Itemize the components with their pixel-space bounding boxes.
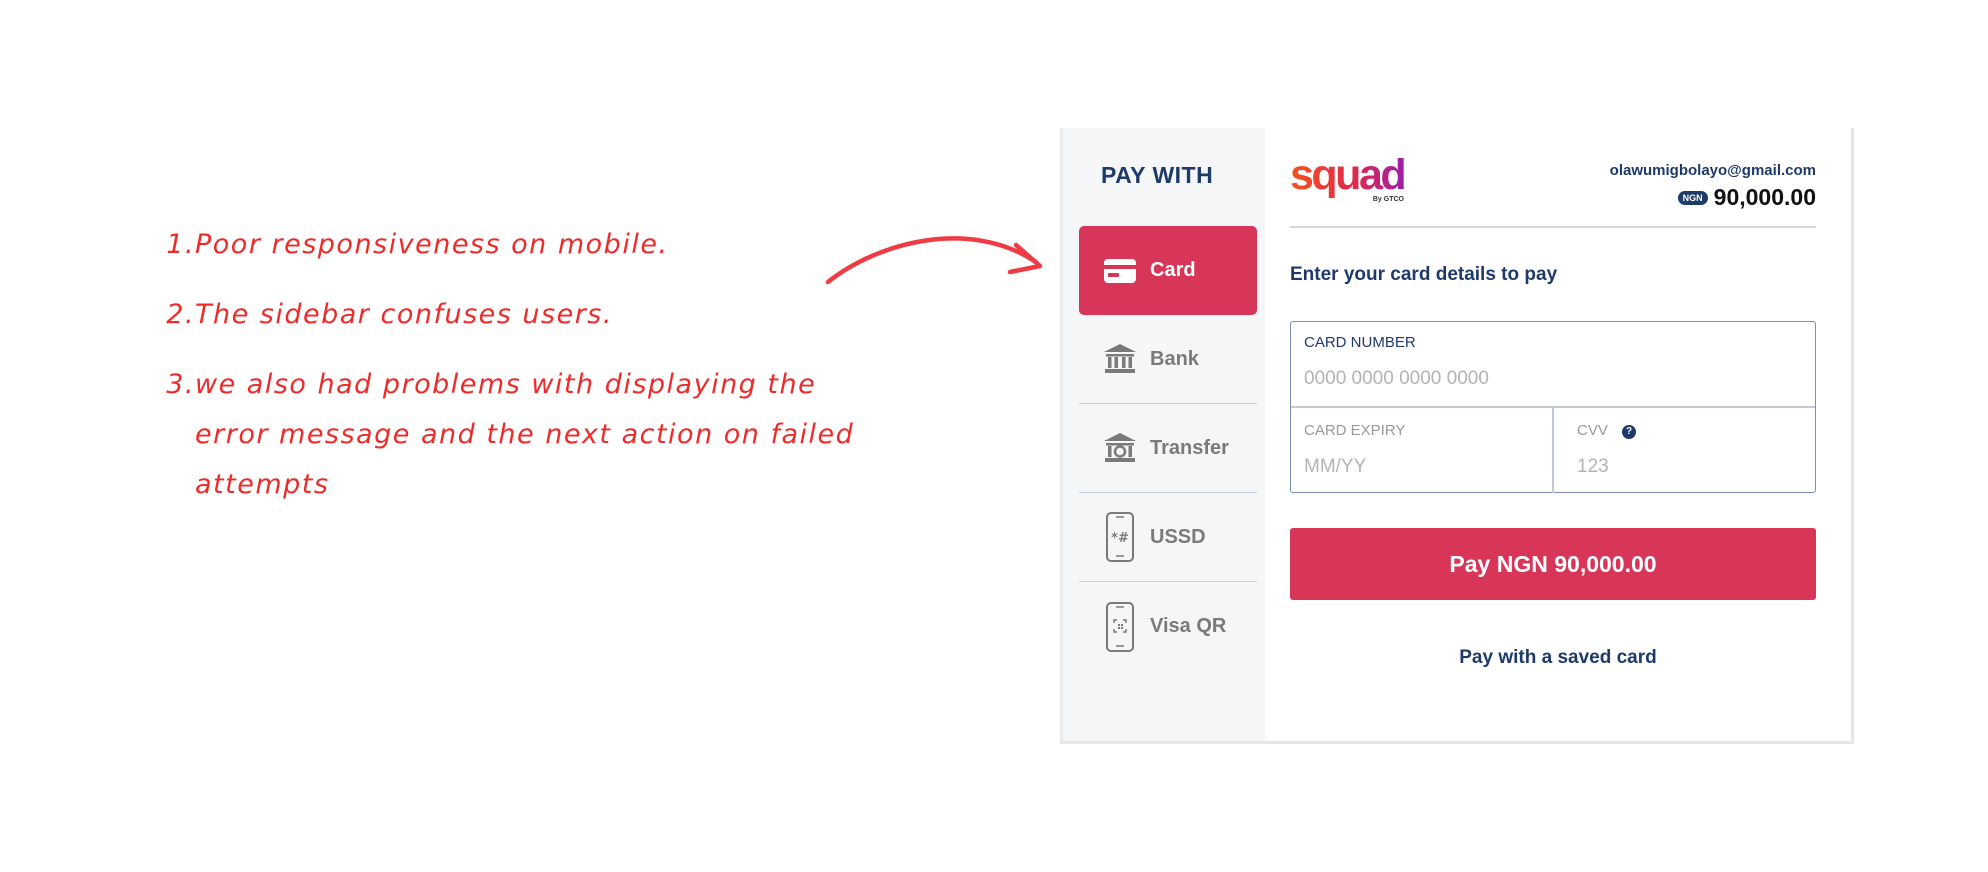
sidebar-item-transfer[interactable]: Transfer: [1079, 404, 1257, 493]
annotation-text: The sidebar confuses users.: [195, 299, 613, 330]
help-icon[interactable]: ?: [1622, 425, 1636, 439]
svg-text:*#: *#: [1111, 531, 1129, 546]
payment-amount: 90,000.00: [1713, 184, 1816, 210]
payment-method-sidebar: PAY WITH Card Bank Transfer *# USSD Visa…: [1060, 128, 1265, 741]
annotation-number: 1.: [166, 229, 195, 260]
transfer-icon: [1098, 432, 1142, 464]
amount-display: NGN 90,000.00: [1677, 184, 1816, 211]
currency-badge: NGN: [1677, 190, 1708, 205]
form-subtitle: Enter your card details to pay: [1290, 264, 1558, 285]
qr-phone-icon: [1098, 601, 1142, 653]
pay-button[interactable]: Pay NGN 90,000.00: [1290, 528, 1816, 600]
card-expiry-label: CARD EXPIRY: [1304, 422, 1406, 439]
cvv-label: CVV: [1577, 422, 1608, 439]
sidebar-item-label: Visa QR: [1150, 615, 1227, 637]
brand-subtitle: By GTCO: [1373, 196, 1405, 203]
annotation-number: 2.: [166, 299, 195, 330]
card-number-input[interactable]: [1304, 366, 1794, 392]
card-icon: [1098, 258, 1142, 284]
payment-main-panel: squad By GTCO olawumigbolayo@gmail.com N…: [1290, 128, 1816, 741]
sidebar-title: PAY WITH: [1101, 162, 1214, 188]
annotation-text: we also had problems with displaying the…: [195, 369, 855, 500]
brand-name: squad: [1290, 156, 1404, 199]
sidebar-item-ussd[interactable]: *# USSD: [1079, 493, 1257, 582]
card-expiry-input[interactable]: [1304, 454, 1534, 480]
customer-email: olawumigbolayo@gmail.com: [1609, 162, 1816, 179]
sidebar-item-label: Bank: [1150, 347, 1199, 370]
sidebar-item-label: USSD: [1150, 525, 1206, 548]
card-details-form: CARD NUMBER CARD EXPIRY CVV ?: [1290, 321, 1816, 493]
squad-logo: squad By GTCO: [1290, 156, 1407, 203]
header-divider: [1290, 226, 1816, 228]
payment-modal: PAY WITH Card Bank Transfer *# USSD Visa…: [1060, 128, 1854, 744]
annotation-text: Poor responsiveness on mobile.: [195, 229, 669, 260]
ussd-phone-icon: *#: [1098, 511, 1142, 563]
card-number-label: CARD NUMBER: [1304, 334, 1416, 351]
pay-with-saved-card-link[interactable]: Pay with a saved card: [1290, 647, 1826, 669]
sidebar-item-bank[interactable]: Bank: [1079, 315, 1257, 404]
sidebar-item-visa-qr[interactable]: Visa QR: [1079, 582, 1257, 671]
cvv-input[interactable]: [1577, 454, 1797, 480]
bank-icon: [1098, 343, 1142, 375]
sidebar-item-label: Card: [1150, 259, 1196, 281]
annotation-arrow-icon: [825, 236, 1043, 285]
sidebar-item-card[interactable]: Card: [1079, 226, 1257, 315]
sidebar-item-label: Transfer: [1150, 436, 1229, 459]
annotation-number: 3.: [166, 369, 195, 400]
field-divider: [1552, 406, 1554, 493]
